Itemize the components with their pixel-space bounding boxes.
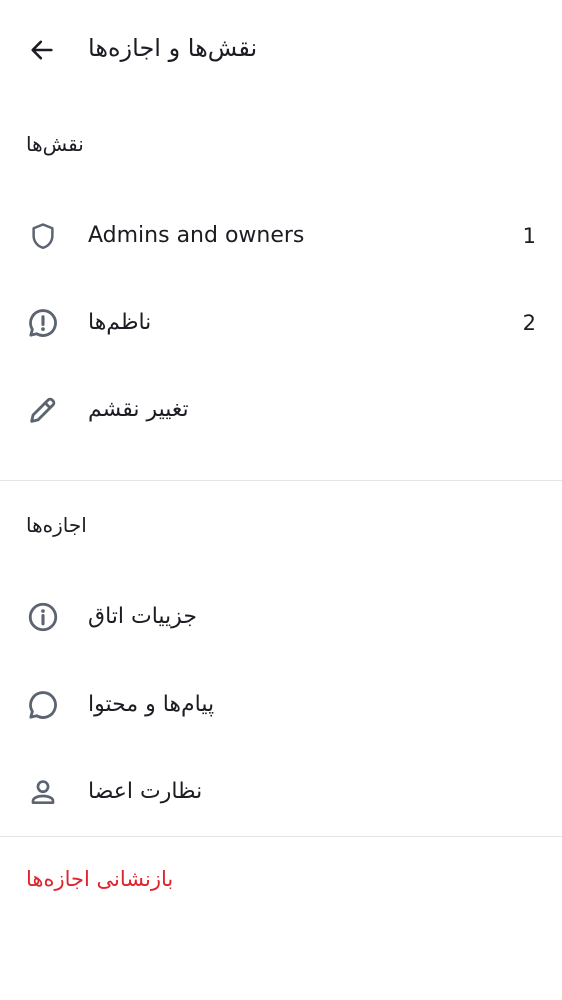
info-icon xyxy=(25,599,61,635)
role-label: تغییر نقشم xyxy=(88,397,189,422)
roles-permissions-screen: نقش‌ها و اجازه‌ها نقش‌ها Admins and owne… xyxy=(0,0,562,1000)
user-icon xyxy=(25,774,61,810)
reset-permissions-button[interactable]: بازنشانی اجازه‌ها xyxy=(26,862,173,896)
role-label: ناظم‌ها xyxy=(88,310,152,335)
permission-label: نظارت اعضا xyxy=(88,779,203,804)
role-item-admins-owners[interactable]: Admins and owners 1 xyxy=(0,200,562,272)
role-item-moderators[interactable]: ناظم‌ها 2 xyxy=(0,287,562,359)
permission-item-messages-content[interactable]: پیام‌ها و محتوا xyxy=(0,669,562,741)
section-divider xyxy=(0,836,562,837)
permission-label: جزییات اتاق xyxy=(88,604,197,629)
section-divider xyxy=(0,480,562,481)
role-count: 2 xyxy=(522,311,536,335)
message-bubble-icon xyxy=(25,687,61,723)
permission-item-member-moderation[interactable]: نظارت اعضا xyxy=(0,756,562,828)
arrow-left-icon xyxy=(28,36,56,64)
role-item-change-my-role[interactable]: تغییر نقشم xyxy=(0,374,562,446)
permission-item-room-details[interactable]: جزییات اتاق xyxy=(0,581,562,653)
section-title-roles: نقش‌ها xyxy=(26,132,84,156)
top-app-bar: نقش‌ها و اجازه‌ها xyxy=(0,0,562,96)
section-title-permissions: اجازه‌ها xyxy=(26,513,87,537)
page-title: نقش‌ها و اجازه‌ها xyxy=(88,34,258,62)
back-button[interactable] xyxy=(18,26,66,74)
alert-message-icon xyxy=(25,305,61,341)
role-count: 1 xyxy=(522,224,536,248)
shield-icon xyxy=(25,218,61,254)
role-label: Admins and owners xyxy=(88,223,305,248)
pencil-icon xyxy=(25,392,61,428)
permission-label: پیام‌ها و محتوا xyxy=(88,692,215,717)
